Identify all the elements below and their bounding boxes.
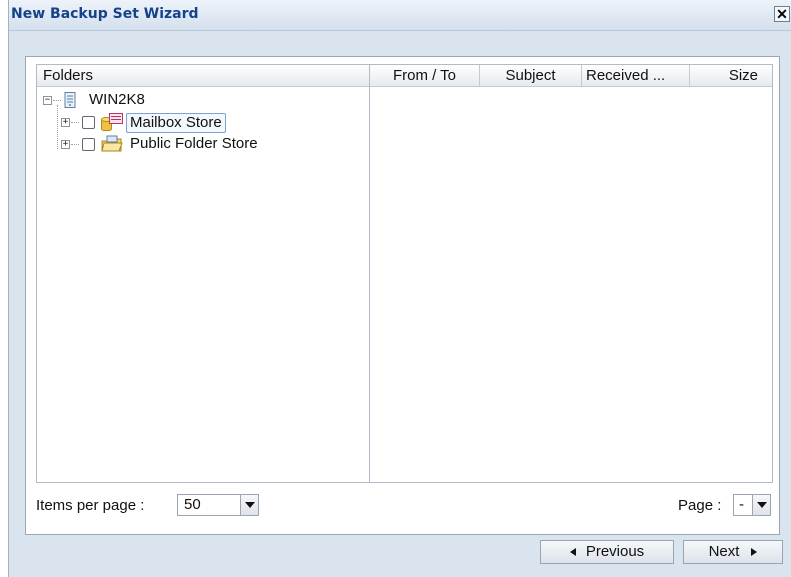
page-label: Page : [678,497,722,514]
public-folder-store-checkbox[interactable] [82,138,95,151]
column-header-received[interactable]: Received ... [582,65,690,87]
grid-header: From / To Subject Received ... Size [370,65,772,87]
tree-connector [71,122,79,123]
grid-body [370,87,772,482]
collapse-icon[interactable]: − [43,96,52,105]
close-icon: ✕ [776,6,788,22]
public-folder-store-icon [101,135,123,153]
previous-button-label: Previous [585,543,645,560]
items-per-page-select[interactable]: 50 [177,494,259,516]
expand-icon[interactable]: + [61,140,70,149]
tree-node-label: Mailbox Store [126,113,226,133]
folders-column-header[interactable]: Folders [37,65,369,87]
tree-node-mailbox-store[interactable]: + Mailbox Store [37,112,367,133]
items-per-page-label: Items per page : [36,497,145,514]
chevron-down-icon [757,502,767,508]
close-button[interactable]: ✕ [774,6,790,22]
next-button-label: Next [708,543,740,560]
column-header-label: Subject [505,67,556,84]
window-title: New Backup Set Wizard [11,6,199,22]
message-grid: From / To Subject Received ... Size [369,64,773,483]
column-header-size[interactable]: Size [690,65,772,87]
items-per-page-value: 50 [184,496,201,513]
chevron-down-icon [245,502,255,508]
expand-icon[interactable]: + [61,118,70,127]
page-value: - [739,496,744,513]
folders-header-label: Folders [43,67,94,84]
page-dropdown-button[interactable] [752,495,770,515]
items-per-page-dropdown-button[interactable] [240,495,258,515]
column-header-label: Received ... [586,67,666,84]
mailbox-store-icon [101,113,123,131]
column-header-label: From / To [392,67,457,84]
arrow-right-icon [751,548,758,557]
column-header-label: Size [728,67,758,84]
title-bar[interactable]: New Backup Set Wizard ✕ [9,0,791,31]
tree-connector [71,144,79,145]
tree-node-win2k8[interactable]: − WIN2K8 [37,90,367,110]
column-header-from-to[interactable]: From / To [370,65,480,87]
next-button[interactable]: Next [683,540,783,564]
column-header-subject[interactable]: Subject [480,65,582,87]
page-select[interactable]: - [733,494,771,516]
tree-node-label: Public Folder Store [130,135,258,152]
arrow-left-icon [569,548,576,557]
paging-toolbar: Items per page : 50 Page : - [36,491,773,521]
tree-node-label: WIN2K8 [89,91,145,108]
previous-button[interactable]: Previous [540,540,674,564]
content-panel: Folders − WIN2K8 + Mailbox Store + Publi… [25,56,780,535]
server-icon [64,92,76,108]
tree-connector [53,100,61,101]
tree-node-public-folder-store[interactable]: + Public Folder Store [37,134,367,154]
mailbox-store-checkbox[interactable] [82,116,95,129]
wizard-window: New Backup Set Wizard ✕ Folders − WIN2K8… [8,0,791,577]
folder-tree-pane: Folders − WIN2K8 + Mailbox Store + Publi… [36,64,370,483]
